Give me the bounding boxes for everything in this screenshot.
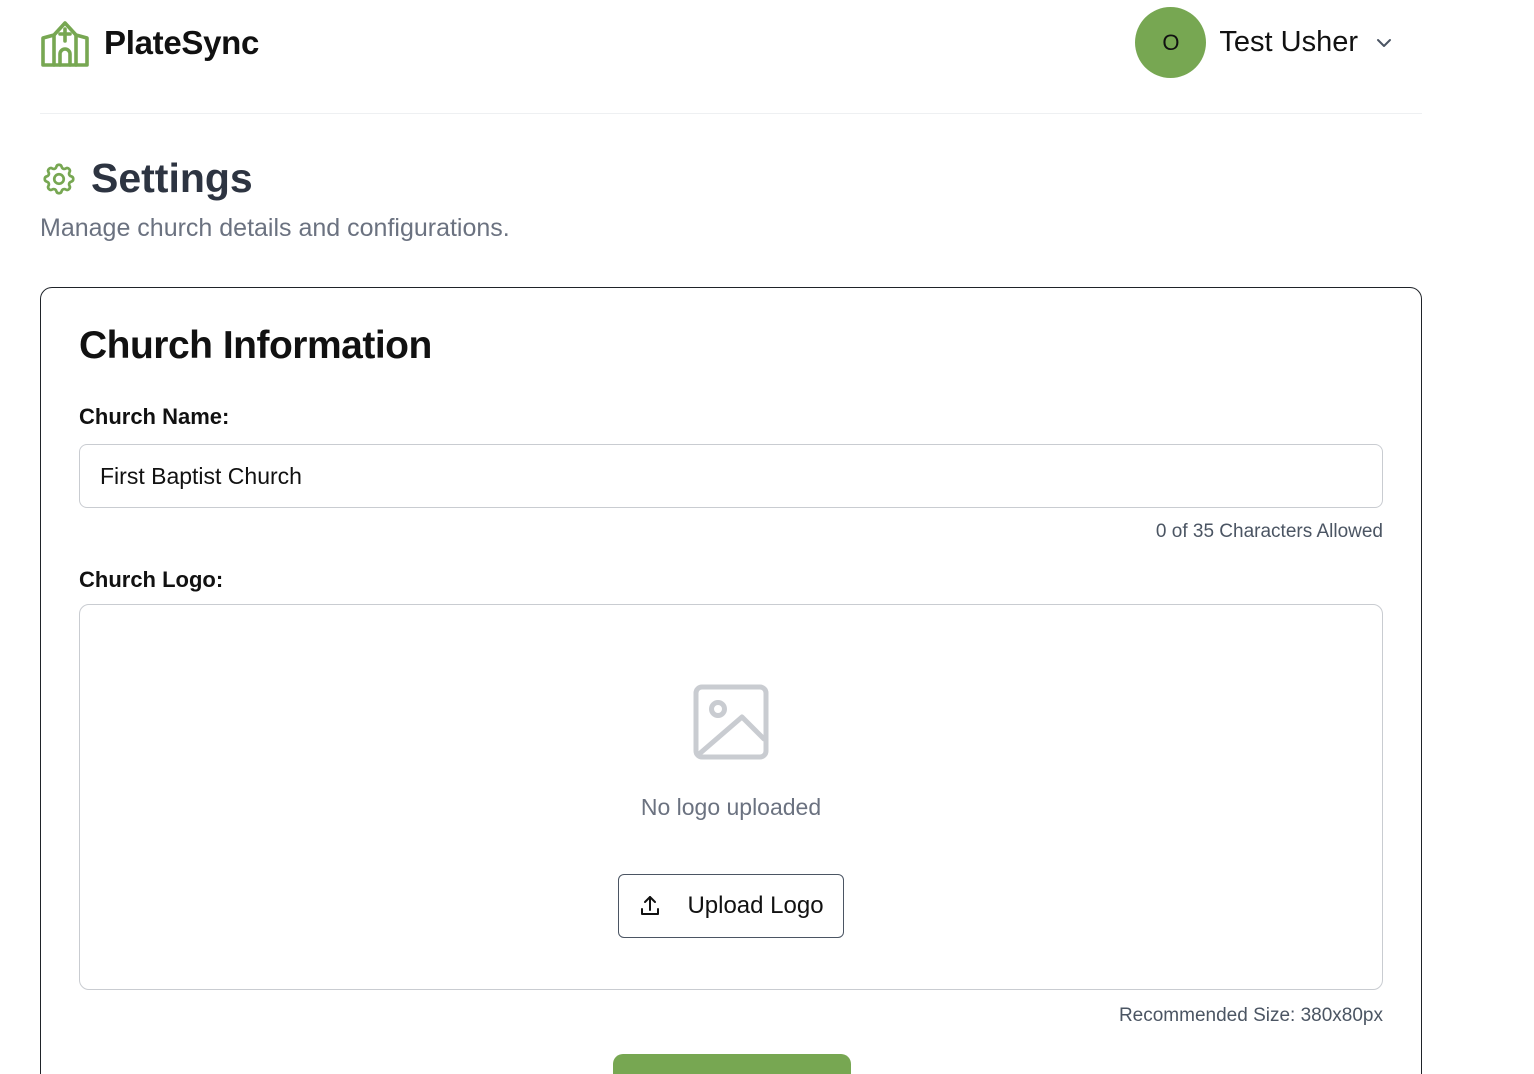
brand[interactable]: PlateSync	[40, 18, 259, 68]
save-button[interactable]	[613, 1054, 851, 1074]
user-name: Test Usher	[1219, 26, 1358, 58]
no-logo-text: No logo uploaded	[640, 794, 822, 820]
user-menu[interactable]: O Test Usher	[1135, 7, 1394, 78]
chevron-down-icon[interactable]	[1374, 33, 1394, 53]
church-icon	[41, 21, 89, 67]
recommended-size: Recommended Size: 380x80px	[1118, 1005, 1383, 1026]
church-name-input[interactable]	[79, 444, 1383, 508]
logo-upload-area: No logo uploaded Upload Logo	[79, 604, 1383, 990]
settings-page: PlateSync O Test Usher Settings Manage c…	[0, 0, 1534, 1074]
page-title: Settings	[91, 155, 253, 201]
upload-logo-button[interactable]: Upload Logo	[618, 874, 844, 938]
top-header: PlateSync O Test Usher	[40, 0, 1422, 114]
brand-name: PlateSync	[104, 24, 260, 61]
gear-icon	[43, 162, 75, 195]
page-subtitle: Manage church details and configurations…	[40, 214, 510, 242]
avatar: O	[1135, 7, 1207, 78]
church-logo-label: Church Logo:	[79, 567, 224, 592]
church-name-label: Church Name:	[79, 404, 230, 429]
page-heading: Settings	[40, 155, 253, 202]
upload-icon	[641, 896, 660, 915]
card-title: Church Information	[79, 324, 432, 367]
image-icon	[693, 684, 769, 760]
upload-logo-label: Upload Logo	[687, 892, 824, 919]
church-information-card: Church Information Church Name: 0 of 35 …	[40, 287, 1422, 1074]
character-count: 0 of 35 Characters Allowed	[1155, 521, 1383, 542]
